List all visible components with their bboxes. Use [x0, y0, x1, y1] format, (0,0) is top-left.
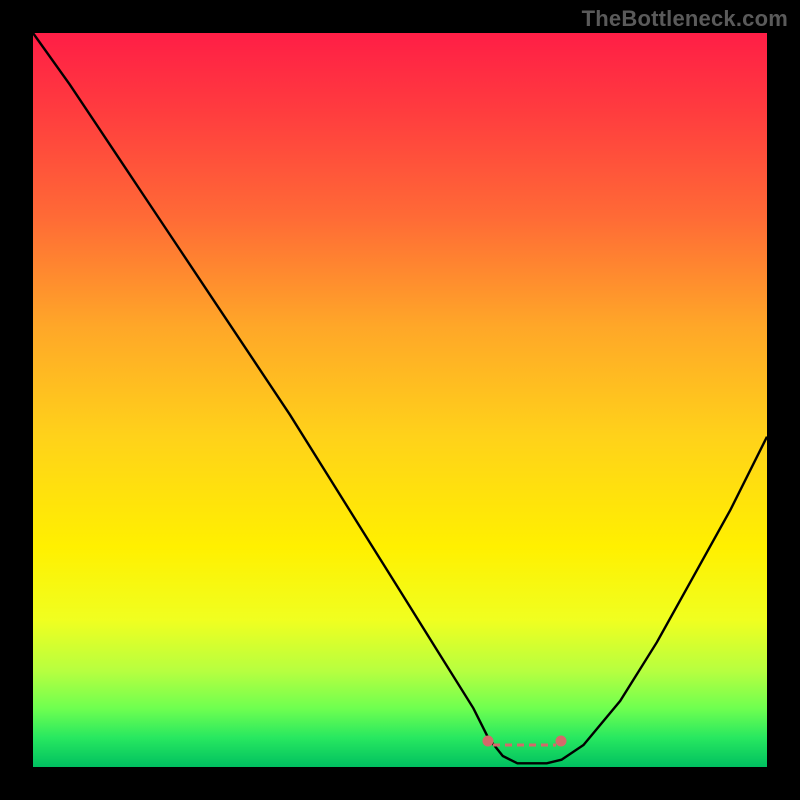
optimal-plateau	[483, 736, 566, 746]
bottleneck-curve	[33, 33, 767, 767]
plot-area	[33, 33, 767, 767]
curve-path	[33, 33, 767, 763]
chart-frame: TheBottleneck.com	[0, 0, 800, 800]
watermark-text: TheBottleneck.com	[582, 6, 788, 32]
